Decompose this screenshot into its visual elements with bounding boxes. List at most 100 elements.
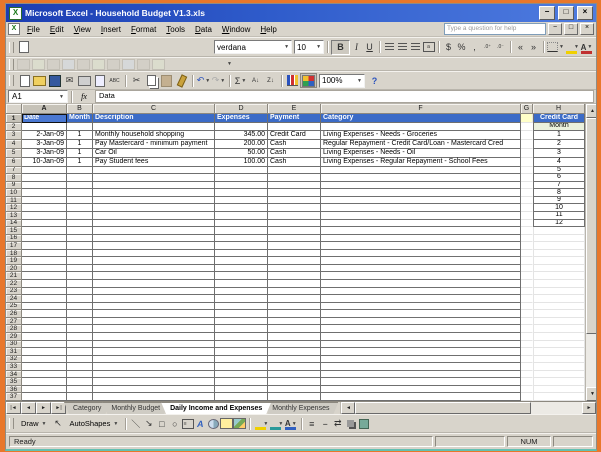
cell-H15[interactable]	[533, 227, 585, 235]
tab-nav-button-2[interactable]: ►	[36, 402, 51, 414]
cell-D21[interactable]	[215, 272, 268, 280]
cell-E23[interactable]	[268, 287, 321, 296]
menu-edit[interactable]: Edit	[45, 25, 69, 34]
undo-button[interactable]: ↶ ▼	[196, 74, 211, 87]
chart-wizard-button[interactable]	[285, 74, 300, 87]
cell-G35[interactable]	[521, 378, 533, 386]
cell-A11[interactable]	[22, 196, 67, 205]
cell-E32[interactable]	[268, 355, 321, 364]
cell-B4[interactable]: 1	[67, 139, 93, 149]
cell-E27[interactable]	[268, 317, 321, 326]
cell-C3[interactable]: Monthly household shopping	[93, 130, 215, 140]
autosum-button[interactable]: Σ ▼	[233, 74, 248, 87]
autoshapes-menu-button[interactable]: AutoShapes ▼	[65, 419, 122, 428]
cell-F35[interactable]	[321, 378, 521, 386]
cell-C28[interactable]	[93, 325, 215, 333]
row-header-16[interactable]: 16	[6, 234, 22, 243]
cell-H24[interactable]	[533, 295, 585, 303]
redo-button[interactable]: ↷ ▼	[211, 74, 226, 87]
cell-C5[interactable]: Car Oil	[93, 148, 215, 158]
cell-B12[interactable]	[67, 204, 93, 212]
cell-C14[interactable]	[93, 219, 215, 228]
cell-E3[interactable]: Credit Card	[268, 130, 321, 140]
cell-G11[interactable]	[521, 197, 533, 205]
cell-A23[interactable]	[22, 287, 67, 296]
print-preview-button[interactable]	[92, 74, 107, 87]
increase-indent-button[interactable]: »	[527, 41, 540, 54]
faded-toolbar-icon[interactable]	[92, 58, 105, 70]
cell-E5[interactable]: Cash	[268, 148, 321, 158]
cell-F12[interactable]	[321, 204, 521, 212]
row-header-9[interactable]: 9	[6, 181, 22, 190]
line-style-button[interactable]: ≡	[305, 417, 318, 430]
cell-A27[interactable]	[22, 317, 67, 326]
cell-A34[interactable]	[22, 370, 67, 379]
menu-file[interactable]: File	[22, 25, 45, 34]
open-button[interactable]	[32, 74, 47, 87]
cell-F6[interactable]: Living Expenses - Regular Repayment - Sc…	[321, 157, 521, 167]
cell-H32[interactable]	[533, 355, 585, 364]
cell-F33[interactable]	[321, 363, 521, 371]
cell-F37[interactable]	[321, 393, 521, 401]
cell-B26[interactable]	[67, 310, 93, 318]
cell-C7[interactable]	[93, 166, 215, 175]
cell-A30[interactable]	[22, 340, 67, 349]
cell-E37[interactable]	[268, 393, 321, 401]
menu-window[interactable]: Window	[217, 25, 255, 34]
tab-nav-button-1[interactable]: ◄	[21, 402, 36, 414]
cell-H16[interactable]	[533, 234, 585, 243]
cell-G33[interactable]	[521, 363, 533, 371]
cell-G36[interactable]	[521, 386, 533, 394]
cell-G14[interactable]	[521, 220, 533, 228]
cell-F16[interactable]	[321, 234, 521, 243]
cell-D32[interactable]	[215, 355, 268, 364]
new-button[interactable]	[17, 74, 32, 87]
cell-C6[interactable]: Pay Student fees	[93, 157, 215, 167]
sort-descending-button[interactable]: Z↓	[263, 74, 278, 87]
row-header-12[interactable]: 12	[6, 204, 22, 212]
row-header-19[interactable]: 19	[6, 257, 22, 265]
row-header-15[interactable]: 15	[6, 227, 22, 235]
cell-E6[interactable]: Cash	[268, 157, 321, 167]
cell-C16[interactable]	[93, 234, 215, 243]
column-header-B[interactable]: B	[67, 104, 93, 114]
cell-D23[interactable]	[215, 287, 268, 296]
cell-C9[interactable]	[93, 181, 215, 190]
help-question-box[interactable]: Type a question for help	[444, 23, 546, 35]
cell-A28[interactable]	[22, 325, 67, 333]
row-header-2[interactable]: 2	[6, 123, 22, 131]
menu-insert[interactable]: Insert	[96, 25, 126, 34]
cell-F36[interactable]	[321, 385, 521, 394]
cell-H12[interactable]: 10	[533, 204, 585, 212]
cell-F31[interactable]	[321, 348, 521, 356]
cell-G7[interactable]	[521, 167, 533, 175]
row-header-31[interactable]: 31	[6, 348, 22, 356]
cell-D28[interactable]	[215, 325, 268, 333]
cell-G1[interactable]	[521, 114, 533, 123]
cell-G24[interactable]	[521, 295, 533, 303]
toolbar-options-chevron[interactable]: ▼	[227, 61, 232, 67]
cell-D33[interactable]	[215, 363, 268, 371]
cell-F10[interactable]	[321, 189, 521, 197]
formula-input[interactable]: Data	[95, 90, 594, 103]
cell-D11[interactable]	[215, 196, 268, 205]
cell-B20[interactable]	[67, 264, 93, 273]
row-header-7[interactable]: 7	[6, 166, 22, 175]
cell-C34[interactable]	[93, 370, 215, 379]
comma-button[interactable]: ,	[468, 41, 481, 54]
cell-H17[interactable]	[533, 242, 585, 250]
cell-B28[interactable]	[67, 325, 93, 333]
cell-D19[interactable]	[215, 257, 268, 265]
cell-E34[interactable]	[268, 370, 321, 379]
row-header-17[interactable]: 17	[6, 242, 22, 250]
cell-C31[interactable]	[93, 348, 215, 356]
cell-F3[interactable]: Living Expenses - Needs - Groceries	[321, 130, 521, 140]
cell-C37[interactable]	[93, 393, 215, 401]
close-button[interactable]: ×	[577, 6, 593, 20]
shadow-style-button[interactable]	[344, 417, 357, 430]
row-header-24[interactable]: 24	[6, 295, 22, 303]
cell-H23[interactable]	[533, 287, 585, 296]
column-header-D[interactable]: D	[215, 104, 268, 114]
cell-C32[interactable]	[93, 355, 215, 364]
faded-toolbar-icon[interactable]	[62, 58, 75, 70]
